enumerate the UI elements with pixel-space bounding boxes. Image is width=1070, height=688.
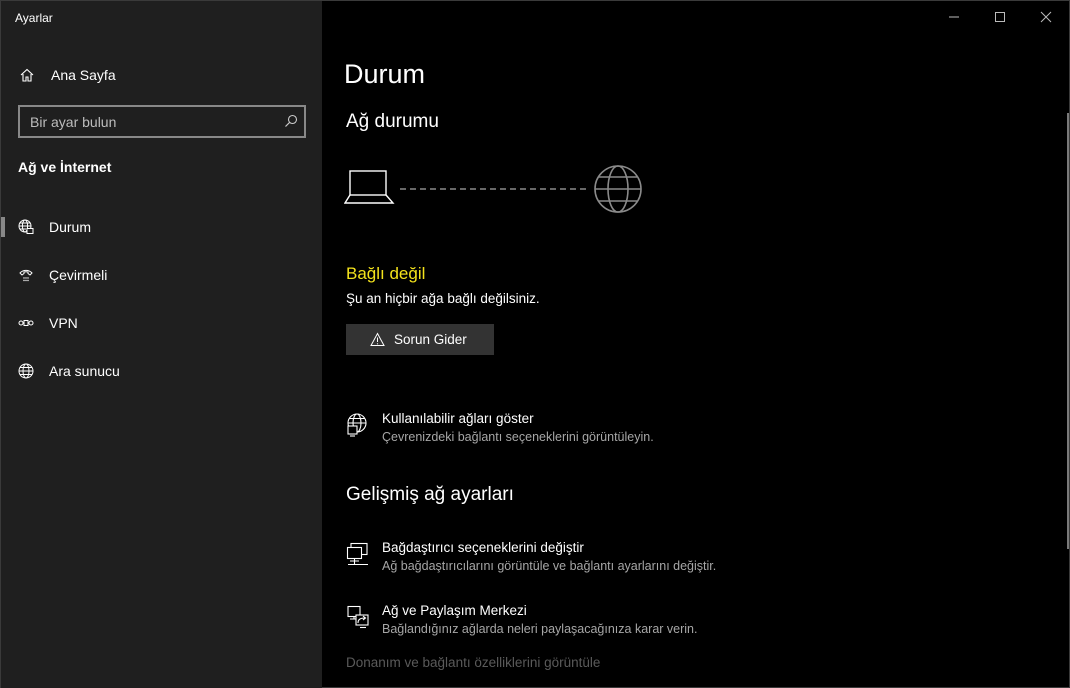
- search-input[interactable]: [20, 107, 270, 136]
- settings-window: Ayarlar Ana Sayfa Ağ ve İnternet Dur: [0, 0, 1070, 688]
- search-icon[interactable]: [284, 114, 298, 128]
- adapter-options-link[interactable]: Bağdaştırıcı seçeneklerini değiştir Ağ b…: [346, 540, 846, 580]
- vpn-icon: [18, 320, 34, 326]
- sharing-center-link[interactable]: Ağ ve Paylaşım Merkezi Bağlandığınız ağl…: [346, 603, 846, 643]
- home-label: Ana Sayfa: [51, 67, 116, 83]
- network-adapter-icon: [346, 542, 368, 566]
- connection-status-description: Şu an hiçbir ağa bağlı değilsiniz.: [346, 291, 540, 306]
- app-title: Ayarlar: [15, 11, 53, 25]
- adapter-options-title: Bağdaştırıcı seçeneklerini değiştir: [382, 540, 584, 555]
- active-indicator: [1, 217, 5, 237]
- page-title: Durum: [344, 59, 426, 89]
- sidebar-item-status[interactable]: Durum: [1, 207, 322, 247]
- sidebar-item-label: Çevirmeli: [49, 267, 108, 283]
- adapter-options-description: Ağ bağdaştırıcılarını görüntüle ve bağla…: [382, 559, 717, 573]
- search-box[interactable]: [18, 105, 306, 138]
- show-networks-link[interactable]: Kullanılabilir ağları göster Çevrenizdek…: [346, 411, 846, 451]
- home-icon: [20, 68, 34, 82]
- connection-status: Bağlı değil: [346, 264, 426, 283]
- section-title: Ağ ve İnternet: [18, 159, 112, 175]
- dialup-icon: [19, 269, 33, 282]
- sidebar: Ayarlar Ana Sayfa Ağ ve İnternet Dur: [1, 1, 322, 688]
- globe-icon: [18, 363, 34, 379]
- laptop-icon: [344, 170, 395, 204]
- sidebar-item-label: Durum: [49, 219, 92, 235]
- sidebar-item-proxy[interactable]: Ara sunucu: [1, 351, 322, 391]
- sidebar-item-label: VPN: [49, 315, 78, 331]
- troubleshoot-button[interactable]: Sorun Gider: [346, 324, 494, 355]
- sharing-center-icon: [347, 605, 369, 629]
- network-status-heading: Ağ durumu: [346, 111, 439, 132]
- main-content: Durum Ağ durumu Bağlı değil Şu an hiçbir…: [322, 1, 1070, 688]
- advanced-settings-heading: Gelişmiş ağ ayarları: [346, 484, 514, 505]
- show-networks-description: Çevrenizdeki bağlantı seçeneklerini görü…: [382, 430, 654, 444]
- troubleshoot-label: Sorun Gider: [394, 332, 467, 347]
- internet-globe-icon: [594, 165, 642, 213]
- network-globe-icon: [347, 413, 367, 437]
- show-networks-title: Kullanılabilir ağları göster: [382, 411, 534, 426]
- warning-icon: [370, 332, 385, 346]
- sidebar-item-dialup[interactable]: Çevirmeli: [1, 255, 322, 295]
- sharing-center-description: Bağlandığınız ağlarda neleri paylaşacağı…: [382, 622, 698, 636]
- scrollbar[interactable]: [1067, 113, 1069, 549]
- sharing-center-title: Ağ ve Paylaşım Merkezi: [382, 603, 527, 618]
- sidebar-item-vpn[interactable]: VPN: [1, 303, 322, 343]
- sidebar-item-label: Ara sunucu: [49, 363, 120, 379]
- hardware-properties-link[interactable]: Donanım ve bağlantı özelliklerini görünt…: [346, 655, 600, 670]
- network-diagram: [344, 165, 642, 213]
- home-link[interactable]: Ana Sayfa: [1, 59, 322, 91]
- globe-network-icon: [18, 219, 34, 234]
